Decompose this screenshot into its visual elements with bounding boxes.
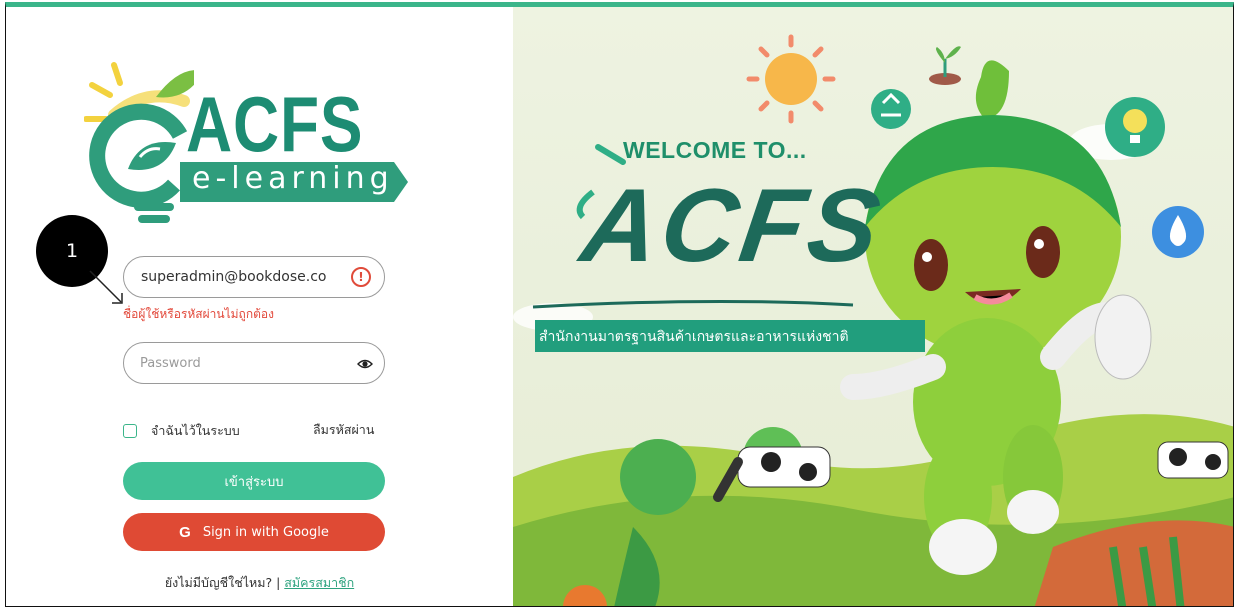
password-field[interactable] (123, 342, 385, 384)
lightbulb-badge-icon (1105, 97, 1165, 157)
signup-row: ยังไม่มีบัญชีใช่ไหม? | สมัครสมาชิก (6, 573, 513, 593)
google-button-label: Sign in with Google (202, 524, 329, 540)
recycle-icon (871, 89, 911, 129)
acfs-elearning-logo: ACFS e-learning (84, 57, 408, 232)
forgot-password-link[interactable]: ลืมรหัสผ่าน (313, 420, 374, 440)
remember-me[interactable]: จำฉันไว้ในระบบ (123, 421, 240, 441)
org-name: สำนักงานมาตรฐานสินค้าเกษตรและอาหารแห่งชา… (539, 329, 849, 345)
email-value[interactable]: superadmin@bookdose.co (141, 269, 327, 285)
password-input[interactable] (140, 353, 340, 373)
eye-icon[interactable] (357, 356, 373, 372)
login-error-message: ชื่อผู้ใช้หรือรหัสผ่านไม่ถูกต้อง (123, 307, 274, 321)
annotation-arrow-icon (89, 270, 123, 304)
bulb-leaf-logo-icon (84, 62, 194, 223)
org-name-bar: สำนักงานมาตรฐานสินค้าเกษตรและอาหารแห่งชา… (535, 320, 925, 352)
google-icon: G (179, 523, 191, 541)
alert-icon: ! (351, 267, 371, 287)
sprout-icon (929, 46, 961, 85)
banner-illustration (513, 34, 1233, 606)
login-panel: ACFS e-learning 1 superadmin@bookdose.co… (6, 7, 513, 606)
remember-label: จำฉันไว้ในระบบ (151, 423, 240, 438)
welcome-text: WELCOME TO... (623, 137, 807, 163)
logo-sub-text: e-learning (192, 161, 394, 196)
login-button[interactable]: เข้าสู่ระบบ (123, 462, 385, 500)
logo-brand-text: ACFS (186, 80, 364, 168)
page-frame: ACFS e-learning 1 superadmin@bookdose.co… (5, 2, 1234, 607)
email-field[interactable]: superadmin@bookdose.co ! (123, 256, 385, 298)
sun-icon (746, 34, 836, 124)
water-drop-icon (1152, 206, 1204, 258)
cow-icon (1157, 441, 1229, 479)
google-signin-button[interactable]: G Sign in with Google (123, 513, 385, 551)
signup-prompt: ยังไม่มีบัญชีใช่ไหม? | (164, 575, 285, 590)
signup-link[interactable]: สมัครสมาชิก (284, 575, 354, 590)
remember-checkbox[interactable] (123, 424, 137, 438)
banner-title: ACFS (574, 168, 891, 284)
login-button-label: เข้าสู่ระบบ (224, 474, 284, 490)
welcome-banner: WELCOME TO... ACFS สำนักงานมาตรฐานสินค้า… (513, 7, 1233, 606)
